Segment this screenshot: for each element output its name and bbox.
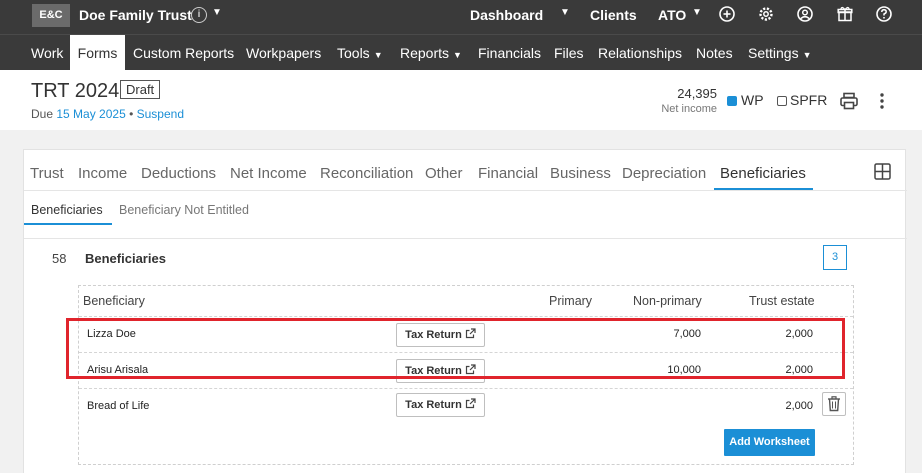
external-link-icon (465, 364, 476, 375)
tab-net-income[interactable]: Net Income (230, 165, 307, 182)
column-header-non-primary: Non-primary (633, 294, 702, 308)
subtabs-divider (24, 238, 907, 239)
beneficiaries-table: Beneficiary Primary Non-primary Trust es… (78, 285, 854, 465)
more-vertical-icon[interactable] (875, 92, 889, 110)
tab-trust[interactable]: Trust (30, 165, 64, 182)
nav-forms[interactable]: Forms (70, 35, 125, 71)
user-profile-icon[interactable] (796, 5, 814, 23)
tab-deductions[interactable]: Deductions (141, 165, 216, 182)
chevron-down-icon: ▼ (373, 50, 383, 60)
non-primary-value: 7,000 (673, 328, 701, 340)
nav-financials[interactable]: Financials (478, 35, 541, 71)
net-income-label: Net income (661, 103, 717, 115)
nav-files[interactable]: Files (554, 35, 584, 71)
nav-custom-reports[interactable]: Custom Reports (133, 35, 234, 71)
due-separator: • (125, 107, 137, 121)
gear-icon[interactable] (757, 5, 775, 23)
suspend-link[interactable]: Suspend (137, 107, 184, 121)
beneficiary-name: Bread of Life (87, 400, 150, 412)
chevron-down-icon: ▼ (453, 50, 462, 60)
dashboard-dropdown-caret-icon[interactable]: ▼ (560, 7, 570, 18)
trash-icon (828, 396, 840, 412)
nav-tools-label: Tools (337, 45, 370, 61)
beneficiary-count-badge[interactable]: 3 (823, 245, 847, 270)
nav-tools[interactable]: Tools ▼ (337, 35, 383, 71)
tax-return-button[interactable]: Tax Return (396, 359, 485, 383)
non-primary-value: 10,000 (667, 364, 701, 376)
trust-estate-value: 2,000 (785, 400, 813, 412)
tabs-divider (24, 190, 907, 191)
tab-beneficiaries[interactable]: Beneficiaries (720, 165, 806, 182)
help-icon[interactable] (875, 5, 893, 23)
column-header-beneficiary: Beneficiary (83, 294, 145, 308)
dashboard-link[interactable]: Dashboard (470, 7, 543, 23)
ato-dropdown-caret-icon[interactable]: ▼ (692, 7, 702, 18)
gift-icon[interactable] (836, 5, 854, 23)
add-worksheet-button[interactable]: Add Worksheet (724, 429, 815, 456)
beneficiary-name: Arisu Arisala (87, 364, 149, 376)
delete-row-button[interactable] (822, 392, 846, 416)
tax-return-label: Tax Return (405, 365, 462, 377)
subtab-beneficiary-not-entitled[interactable]: Beneficiary Not Entitled (119, 203, 249, 217)
due-line: Due 15 May 2025 • Suspend (31, 107, 184, 121)
external-link-icon (465, 328, 476, 339)
wp-checkbox[interactable] (727, 96, 737, 106)
active-subtab-indicator (24, 223, 112, 225)
table-row: Bread of Life Tax Return 2,000 (79, 388, 853, 424)
tab-business[interactable]: Business (550, 165, 611, 182)
ato-link[interactable]: ATO (658, 7, 686, 23)
table-row: Lizza Doe Tax Return 7,000 2,000 (79, 316, 853, 352)
net-income-value: 24,395 (677, 86, 717, 101)
tab-reconciliation[interactable]: Reconciliation (320, 165, 413, 182)
clients-link[interactable]: Clients (590, 7, 637, 23)
nav-settings-label: Settings (748, 45, 799, 61)
due-date-link[interactable]: 15 May 2025 (56, 107, 125, 121)
external-link-icon (465, 398, 476, 409)
tab-other[interactable]: Other (425, 165, 463, 182)
nav-relationships[interactable]: Relationships (598, 35, 682, 71)
tab-financial[interactable]: Financial (478, 165, 538, 182)
trust-estate-value: 2,000 (785, 364, 813, 376)
spfr-label[interactable]: SPFR (790, 92, 827, 108)
tax-return-label: Tax Return (405, 329, 462, 341)
nav-reports[interactable]: Reports ▼ (400, 35, 462, 71)
client-dropdown-caret-icon[interactable]: ▼ (212, 7, 222, 18)
tax-return-button[interactable]: Tax Return (396, 323, 485, 347)
section-title: Beneficiaries (85, 251, 166, 266)
table-row: Arisu Arisala Tax Return 10,000 2,000 (79, 352, 853, 388)
print-icon[interactable] (839, 91, 859, 111)
nav-reports-label: Reports (400, 45, 450, 61)
info-icon[interactable]: i (191, 7, 207, 23)
beneficiary-name: Lizza Doe (87, 328, 136, 340)
chevron-down-icon: ▼ (802, 50, 812, 60)
form-panel: Trust Income Deductions Net Income Recon… (23, 149, 907, 473)
nav-settings[interactable]: Settings ▼ (748, 35, 812, 71)
main-nav: Work Forms Custom Reports Workpapers Too… (0, 34, 922, 71)
tab-depreciation[interactable]: Depreciation (622, 165, 706, 182)
nav-notes[interactable]: Notes (696, 35, 733, 71)
section-number: 58 (52, 251, 67, 266)
status-badge: Draft (120, 80, 161, 99)
column-header-trust-estate: Trust estate (749, 294, 815, 308)
due-prefix: Due (31, 107, 57, 121)
trust-estate-value: 2,000 (785, 328, 813, 340)
tax-return-label: Tax Return (405, 399, 462, 411)
tax-return-button[interactable]: Tax Return (396, 393, 485, 417)
grid-view-icon[interactable] (874, 163, 891, 180)
form-title: TRT 2024 (31, 80, 120, 102)
nav-workpapers[interactable]: Workpapers (246, 35, 321, 71)
nav-work[interactable]: Work (31, 35, 63, 71)
tab-income[interactable]: Income (78, 165, 127, 182)
client-name[interactable]: Doe Family Trust (79, 7, 192, 23)
app-logo[interactable]: E&C (32, 4, 70, 27)
spfr-checkbox[interactable] (777, 96, 787, 106)
add-circle-icon[interactable] (718, 5, 736, 23)
subtab-beneficiaries[interactable]: Beneficiaries (31, 203, 103, 217)
form-header: TRT 2024 Draft Due 15 May 2025 • Suspend… (0, 70, 922, 130)
column-header-primary: Primary (549, 294, 593, 308)
top-bar: E&C Doe Family Trust i ▼ Dashboard ▼ Cli… (0, 0, 922, 34)
wp-label[interactable]: WP (741, 92, 764, 108)
